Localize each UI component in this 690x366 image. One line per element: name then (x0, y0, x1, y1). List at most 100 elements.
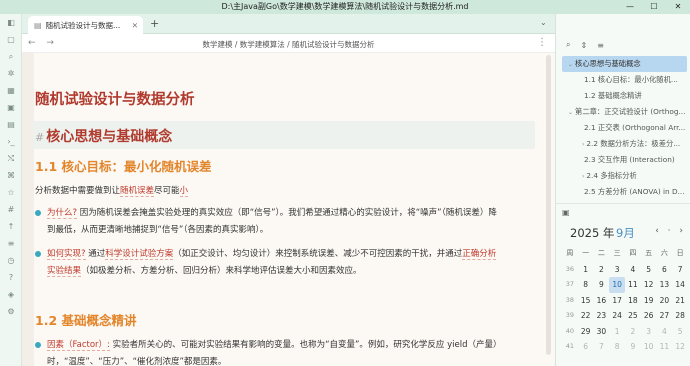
calendar-day[interactable]: 1 (609, 324, 625, 340)
calendar-week-row: 36 1 2 3 4 5 6 7 (562, 262, 688, 278)
help-icon[interactable]: ? (0, 269, 22, 286)
calendar-day[interactable]: 15 (578, 293, 594, 309)
calendar-month[interactable]: 9月 (616, 225, 635, 241)
editor-scrollbar[interactable] (540, 53, 555, 366)
calendar-day[interactable]: 27 (657, 308, 673, 324)
template-icon[interactable]: ▤ (0, 116, 22, 133)
calendar-day[interactable]: 22 (578, 308, 594, 324)
collapse-all-icon[interactable]: ⇕ (580, 41, 587, 50)
sidebar-toggle-icon[interactable]: ◧ (0, 14, 22, 31)
calendar-day[interactable]: 18 (625, 293, 641, 309)
outline-toolbar: ⌕ ⇕ ≡ (556, 36, 690, 54)
search-outline-icon[interactable]: ⌕ (566, 40, 570, 50)
outline-chevron-icon[interactable]: › (582, 173, 584, 180)
bookmark-icon[interactable]: ☆ (0, 184, 22, 201)
tab-list-chevron-icon[interactable]: ⌄ (540, 18, 547, 27)
outline-item[interactable]: › 2.2 数据分析方法：极差分... (562, 136, 687, 152)
outline-item[interactable]: 1.2 基础概念精讲 (562, 88, 687, 104)
calendar-day[interactable]: 8 (609, 339, 625, 355)
title-bar: D:\主Java副Go\数学建模\数学建模算法\随机试验设计与数据分析.md —… (0, 0, 690, 14)
calendar-day[interactable]: 11 (657, 339, 673, 355)
new-tab-button[interactable]: + (150, 17, 159, 30)
calendar-icon[interactable]: ▣ (0, 99, 22, 116)
settings-icon[interactable]: ⚙ (0, 303, 22, 320)
graph-icon[interactable]: ✲ (0, 65, 22, 82)
calendar-day[interactable]: 3 (609, 262, 625, 278)
outline-item[interactable]: ⌄ 第二章：正交试验设计 (Orthog... (562, 104, 687, 120)
calendar-day[interactable]: 10 (641, 339, 657, 355)
publish-icon[interactable]: ↑ (0, 218, 22, 235)
bullet-dot (35, 210, 41, 216)
calendar-day[interactable]: 25 (625, 308, 641, 324)
calendar-day[interactable]: 21 (672, 293, 688, 309)
minimize-button[interactable]: — (618, 0, 642, 14)
list-item-how: 如何实现? 通过科学设计试验方案（如正交设计、均匀设计）来控制系统误差、减少不可… (35, 246, 540, 279)
calendar-day[interactable]: 10 (609, 277, 625, 293)
calendar-day[interactable]: 20 (657, 293, 673, 309)
close-tab-icon[interactable]: ✕ (132, 21, 138, 30)
outline-item[interactable]: › 2.4 多指标分析 (562, 168, 687, 184)
bold-factor: 因素（Factor）: (47, 340, 110, 351)
tag-icon[interactable]: # (0, 201, 22, 218)
calendar-day[interactable]: 2 (625, 324, 641, 340)
calendar-day[interactable]: 1 (578, 262, 594, 278)
canvas-icon[interactable]: ▦ (0, 82, 22, 99)
calendar-day[interactable]: 17 (609, 293, 625, 309)
breadcrumb[interactable]: 数学建模 / 数学建模算法 / 随机试验设计与数据分析 (22, 39, 555, 50)
maximize-button[interactable]: ☐ (642, 0, 666, 14)
calendar-day[interactable]: 14 (672, 277, 688, 293)
clock-icon[interactable]: ◷ (0, 252, 22, 269)
calendar-day[interactable]: 29 (578, 324, 594, 340)
tab-current-note[interactable]: ▤ 随机试验设计与数据... ✕ (28, 16, 143, 34)
command-icon[interactable]: ⌘ (0, 167, 22, 184)
outline-item[interactable]: 1.1 核心目标：最小化随机... (562, 72, 687, 88)
calendar-day[interactable]: 2 (594, 262, 610, 278)
calendar-day[interactable]: 12 (641, 277, 657, 293)
terminal-icon[interactable]: ›_ (0, 133, 22, 150)
calendar-day[interactable]: 7 (594, 339, 610, 355)
calendar-day[interactable]: 11 (625, 277, 641, 293)
random-note-icon[interactable]: ⤭ (0, 150, 22, 167)
calendar-day[interactable]: 6 (578, 339, 594, 355)
calendar-day[interactable]: 5 (641, 262, 657, 278)
calendar-day[interactable]: 6 (657, 262, 673, 278)
calendar-day[interactable]: 19 (641, 293, 657, 309)
outline-item[interactable]: 2.5 方差分析 (ANOVA) in D... (562, 184, 687, 200)
calendar-day[interactable]: 13 (657, 277, 673, 293)
calendar-day[interactable]: 3 (641, 324, 657, 340)
calendar-day[interactable]: 5 (672, 324, 688, 340)
more-options-icon[interactable]: ⋮ (537, 37, 547, 48)
calendar-day[interactable]: 9 (625, 339, 641, 355)
paragraph-goal: 分析数据中需要做到让随机误差尽可能小 (35, 183, 189, 199)
calendar-nav[interactable]: ‹ · › (655, 226, 686, 236)
calendar-day[interactable]: 28 (672, 308, 688, 324)
right-sidebar: ⌕ ⇕ ≡ ⌄ 核心思想与基础概念 1.1 核心目标：最小化随机... 1.2 基础概… (555, 14, 690, 366)
sort-icon[interactable]: ≡ (597, 41, 604, 50)
outline-icon[interactable]: ≡ (0, 235, 22, 252)
editor-pane[interactable]: 随机试验设计与数据分析 # 核心思想与基础概念 1.1 核心目标：最小化随机误差 … (22, 53, 555, 366)
calendar-day[interactable]: 30 (594, 324, 610, 340)
calendar-day[interactable]: 24 (609, 308, 625, 324)
outline-item[interactable]: 2.3 交互作用 (Interaction) (562, 152, 687, 168)
calendar-day[interactable]: 26 (641, 308, 657, 324)
outline-item[interactable]: 2.1 正交表 (Orthogonal Arr... (562, 120, 687, 136)
outline-chevron-icon[interactable]: ⌄ (568, 109, 573, 116)
outline-chevron-icon[interactable]: ⌄ (568, 61, 573, 68)
close-window-button[interactable]: ✕ (666, 0, 690, 14)
calendar-panel-icon[interactable]: ▣ (562, 208, 570, 217)
calendar-day[interactable]: 7 (672, 262, 688, 278)
calendar-day[interactable]: 12 (672, 339, 688, 355)
outline-item-label: 2.4 多指标分析 (586, 171, 637, 180)
outline-item[interactable]: ⌄ 核心思想与基础概念 (562, 56, 687, 72)
calendar-day[interactable]: 9 (594, 277, 610, 293)
calendar-day[interactable]: 4 (625, 262, 641, 278)
folder-icon[interactable]: ▢ (0, 31, 22, 48)
calendar-day[interactable]: 16 (594, 293, 610, 309)
calendar-day[interactable]: 4 (657, 324, 673, 340)
calendar-day[interactable]: 8 (578, 277, 594, 293)
search-icon[interactable]: ⌕ (0, 48, 22, 65)
calendar-day[interactable]: 23 (594, 308, 610, 324)
plugin-icon[interactable]: ◈ (0, 286, 22, 303)
scrollbar-thumb[interactable] (546, 55, 551, 355)
outline-chevron-icon[interactable]: › (582, 141, 584, 148)
